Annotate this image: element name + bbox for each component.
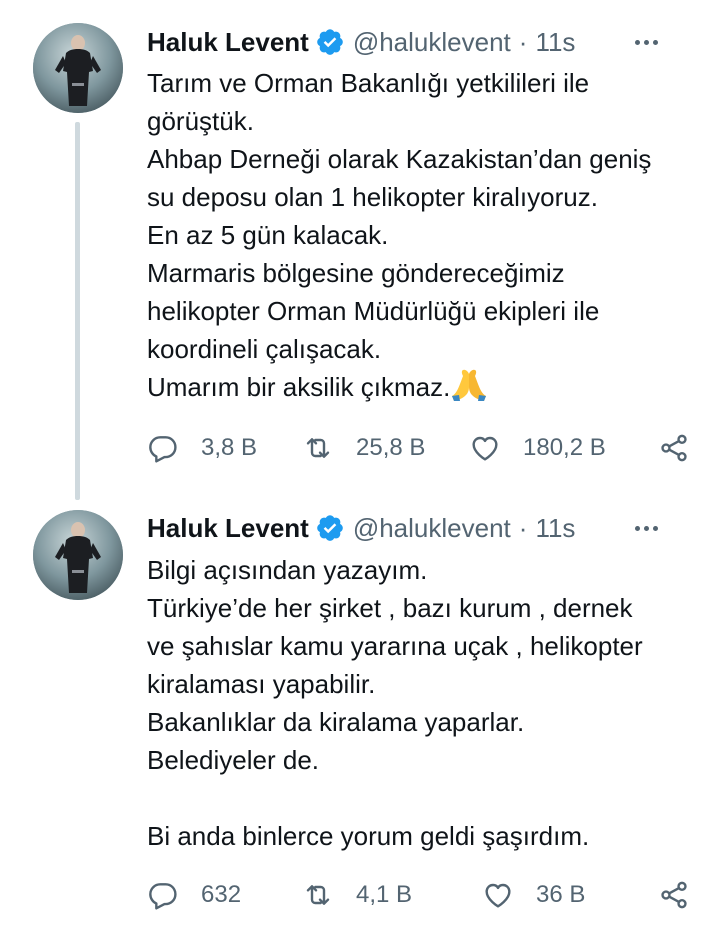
- separator-dot: ·: [518, 512, 528, 543]
- separator-dot: ·: [518, 26, 528, 57]
- more-dot-icon: [635, 525, 640, 531]
- author-name[interactable]: Haluk Levent: [147, 513, 309, 544]
- more-dot-icon: [635, 39, 640, 45]
- heart-icon: [482, 879, 514, 911]
- like-button[interactable]: 180,2 B: [469, 428, 606, 468]
- retweet-count: 25,8 B: [356, 434, 426, 461]
- author-name[interactable]: Haluk Levent: [147, 27, 309, 58]
- heart-icon: [469, 432, 501, 464]
- reply-icon: [147, 432, 179, 464]
- reply-button[interactable]: 632: [147, 875, 241, 915]
- tweet-header: Haluk Levent @haluklevent · 11s: [147, 508, 690, 548]
- more-dot-icon: [644, 39, 649, 45]
- like-count: 180,2 B: [523, 434, 606, 461]
- tweet[interactable]: Haluk Levent @haluklevent · 11s Bilgi aç…: [0, 490, 720, 931]
- retweet-button[interactable]: 4,1 B: [302, 875, 412, 915]
- reply-count: 632: [201, 881, 242, 908]
- tweet-timestamp[interactable]: 11s: [535, 27, 575, 58]
- person-avatar-icon: [33, 23, 123, 113]
- share-button[interactable]: [658, 428, 690, 468]
- avatar[interactable]: [33, 23, 123, 113]
- more-dot-icon: [644, 525, 649, 531]
- retweet-icon: [302, 432, 334, 464]
- folded-hands-emoji-icon: [450, 368, 488, 402]
- more-options-button[interactable]: [635, 22, 658, 62]
- share-icon: [658, 879, 690, 911]
- tweet[interactable]: Haluk Levent @haluklevent · 11s Tarım ve…: [0, 0, 720, 500]
- like-count: 36 B: [536, 881, 586, 908]
- tweet-timestamp[interactable]: 11s: [535, 513, 575, 544]
- tweet-actions: 632 4,1 B 36 B: [147, 875, 690, 915]
- tweet-body: Tarım ve Orman Bakanlığı yetkilileri ile…: [147, 68, 652, 402]
- reply-icon: [147, 879, 179, 911]
- tweet-header: Haluk Levent @haluklevent · 11s: [147, 22, 690, 62]
- more-options-button[interactable]: [635, 508, 658, 548]
- verified-badge-icon: [315, 513, 345, 543]
- reply-button[interactable]: 3,8 B: [147, 428, 257, 468]
- retweet-count: 4,1 B: [356, 881, 413, 908]
- tweet-text: Tarım ve Orman Bakanlığı yetkilileri ile…: [147, 64, 700, 406]
- verified-badge-icon: [315, 27, 345, 57]
- retweet-icon: [302, 879, 334, 911]
- author-handle[interactable]: @haluklevent: [353, 27, 511, 58]
- more-dot-icon: [653, 39, 658, 45]
- share-icon: [658, 432, 690, 464]
- author-handle[interactable]: @haluklevent: [353, 513, 511, 544]
- tweet-text: Bilgi açısından yazayım. Türkiye’de her …: [147, 551, 700, 855]
- person-avatar-icon: [33, 510, 123, 600]
- retweet-button[interactable]: 25,8 B: [302, 428, 425, 468]
- like-button[interactable]: 36 B: [482, 875, 585, 915]
- tweet-actions: 3,8 B 25,8 B 180,2 B: [147, 428, 690, 468]
- tweet-body: Bilgi açısından yazayım. Türkiye’de her …: [147, 555, 643, 851]
- reply-count: 3,8 B: [201, 434, 258, 461]
- avatar[interactable]: [33, 510, 123, 600]
- thread-connector-line: [75, 122, 80, 500]
- more-dot-icon: [653, 525, 658, 531]
- share-button[interactable]: [658, 875, 690, 915]
